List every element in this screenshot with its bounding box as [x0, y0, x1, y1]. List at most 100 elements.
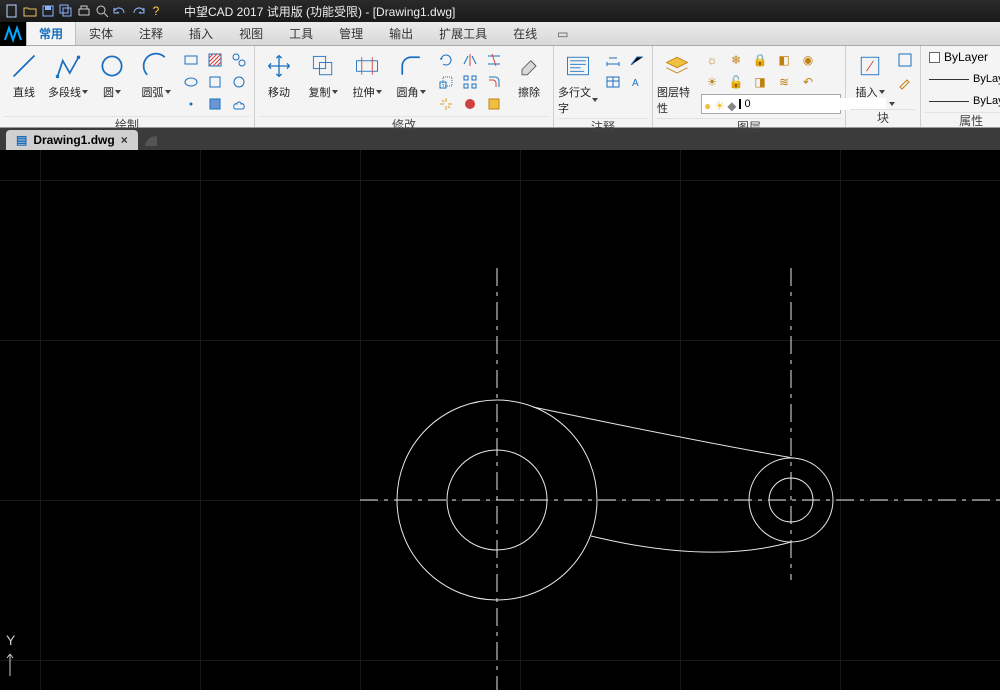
tab-annotation[interactable]: 注释 [126, 22, 176, 45]
ucs-icon: Y [6, 632, 24, 678]
layer-prev-icon[interactable]: ↶ [797, 72, 819, 92]
close-icon[interactable]: × [121, 133, 128, 147]
insert-block-label: 插入 [856, 84, 878, 100]
doc-tab-label: Drawing1.dwg [33, 133, 114, 147]
mirror-icon[interactable] [459, 50, 481, 70]
donut-icon[interactable] [204, 94, 226, 114]
polyline-button[interactable]: 多段线 [48, 48, 88, 100]
layer-unlock-icon[interactable]: 🔓 [725, 72, 747, 92]
tab-solid[interactable]: 实体 [76, 22, 126, 45]
block-edit-icon[interactable] [894, 72, 916, 92]
chevron-down-icon [879, 90, 885, 94]
table-icon[interactable] [602, 72, 624, 92]
tab-insert[interactable]: 插入 [176, 22, 226, 45]
panel-block: 插入 块 [846, 46, 921, 127]
save-icon[interactable] [40, 3, 56, 19]
ellipse-icon[interactable] [180, 72, 202, 92]
panel-draw: 直线 多段线 圆 圆弧 [0, 46, 255, 127]
layer-thaw-icon[interactable]: ☀ [701, 72, 723, 92]
plot-icon[interactable] [76, 3, 92, 19]
help-icon[interactable]: ? [148, 3, 164, 19]
dimlinear-icon[interactable] [602, 50, 624, 70]
window-title: 中望CAD 2017 试用版 (功能受限) - [Drawing1.dwg] [184, 3, 455, 20]
polyline-label: 多段线 [48, 84, 81, 100]
open-icon[interactable] [22, 3, 38, 19]
chevron-down-icon [82, 90, 88, 94]
lineweight-preview [929, 101, 969, 102]
tab-online[interactable]: 在线 [500, 22, 550, 45]
offset-icon[interactable] [483, 72, 505, 92]
dimstyle-icon[interactable]: A [626, 72, 648, 92]
erase-button[interactable]: 擦除 [509, 48, 549, 100]
new-icon[interactable] [4, 3, 20, 19]
tab-manage[interactable]: 管理 [326, 22, 376, 45]
point-icon[interactable] [180, 94, 202, 114]
join-icon[interactable] [483, 94, 505, 114]
stretch-label: 拉伸 [353, 84, 375, 100]
panel-layer: 图层特性 ☼ ❄ 🔒 ◧ ◉ ☀ 🔓 ◨ ≋ ↶ ● ☀ [653, 46, 846, 127]
chevron-down-icon [165, 90, 171, 94]
layer-iso-icon[interactable]: ◧ [773, 50, 795, 70]
undo-icon[interactable] [112, 3, 128, 19]
minimize-ribbon-icon[interactable]: ▭ [550, 22, 575, 45]
tab-output[interactable]: 输出 [376, 22, 426, 45]
linetype-control[interactable]: ByLayer [925, 70, 1000, 88]
linetype-value: ByLayer [973, 73, 1000, 85]
rectangle-icon[interactable] [180, 50, 202, 70]
chevron-down-icon [592, 98, 598, 102]
tab-common[interactable]: 常用 [26, 22, 76, 45]
polygon-icon[interactable] [204, 72, 226, 92]
doc-tab[interactable]: ▤ Drawing1.dwg × [6, 130, 138, 150]
trim-icon[interactable] [483, 50, 505, 70]
arc-label: 圆弧 [142, 84, 164, 100]
hatch-icon[interactable] [204, 50, 226, 70]
explode-icon[interactable] [435, 94, 457, 114]
panel-modify-label: 修改 [259, 116, 549, 133]
tab-tools[interactable]: 工具 [276, 22, 326, 45]
layer-manager-label: 图层特性 [657, 84, 697, 116]
app-logo-icon[interactable] [0, 22, 26, 46]
tab-extension[interactable]: 扩展工具 [426, 22, 500, 45]
move-button[interactable]: 移动 [259, 48, 299, 100]
block-create-icon[interactable] [894, 50, 916, 70]
preview-icon[interactable] [94, 3, 110, 19]
new-tab-button[interactable] [142, 132, 162, 150]
lineweight-control[interactable]: ByLayer [925, 92, 1000, 110]
tab-view[interactable]: 视图 [226, 22, 276, 45]
chevron-down-icon [376, 90, 382, 94]
panel-properties-label: 属性 [925, 112, 1000, 129]
circle-button[interactable]: 圆 [92, 48, 132, 100]
layer-on-icon[interactable]: ◉ [797, 50, 819, 70]
stretch-button[interactable]: 拉伸 [347, 48, 387, 100]
line-button[interactable]: 直线 [4, 48, 44, 100]
insert-block-button[interactable]: 插入 [850, 48, 890, 100]
array-icon[interactable] [459, 72, 481, 92]
leader-icon[interactable] [626, 50, 648, 70]
fillet-button[interactable]: 圆角 [391, 48, 431, 100]
fillet-label: 圆角 [397, 84, 419, 100]
layer-manager-button[interactable]: 图层特性 [657, 48, 697, 116]
layer-lock-icon[interactable]: 🔒 [749, 50, 771, 70]
arc-button[interactable]: 圆弧 [136, 48, 176, 100]
copy-button[interactable]: 复制 [303, 48, 343, 100]
drawing-canvas[interactable]: Y [0, 150, 1000, 690]
layer-off-icon[interactable]: ☼ [701, 50, 723, 70]
color-value: ByLayer [944, 50, 988, 64]
layer-uniso-icon[interactable]: ◨ [749, 72, 771, 92]
revcloud-icon[interactable] [228, 94, 250, 114]
layer-freeze-icon[interactable]: ❄ [725, 50, 747, 70]
saveall-icon[interactable] [58, 3, 74, 19]
scale-icon[interactable] [435, 72, 457, 92]
layer-match-icon[interactable]: ≋ [773, 72, 795, 92]
color-swatch [739, 99, 741, 109]
circle-label: 圆 [103, 84, 114, 100]
rotate-icon[interactable] [435, 50, 457, 70]
region-icon[interactable] [228, 72, 250, 92]
mtext-button[interactable]: 多行文字 [558, 48, 598, 116]
spline-icon[interactable] [228, 50, 250, 70]
color-control[interactable]: ByLayer [925, 48, 1000, 66]
layer-dropdown[interactable]: ● ☀ ◆ [701, 94, 841, 114]
ribbon-tabs: 常用 实体 注释 插入 视图 工具 管理 输出 扩展工具 在线 ▭ [0, 22, 1000, 46]
break-icon[interactable] [459, 94, 481, 114]
redo-icon[interactable] [130, 3, 146, 19]
